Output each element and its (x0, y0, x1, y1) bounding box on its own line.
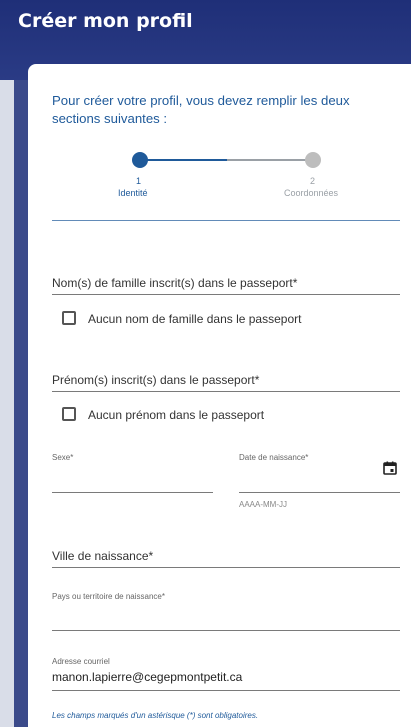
step-connector-active (139, 159, 227, 161)
stepper-divider (52, 220, 400, 221)
no-firstname-checkbox[interactable] (62, 407, 76, 421)
email-label: Adresse courriel (52, 657, 110, 666)
step-2-label: Coordonnées (284, 188, 339, 198)
email-underline (52, 690, 400, 691)
sex-select[interactable] (52, 492, 213, 493)
birthdate-label: Date de naissance* (239, 453, 309, 462)
lastname-label: Nom(s) de famille inscrit(s) dans le pas… (52, 276, 298, 290)
no-lastname-checkbox[interactable] (62, 311, 76, 325)
sex-label: Sexe* (52, 453, 74, 462)
email-input[interactable]: manon.lapierre@cegepmontpetit.ca (52, 670, 242, 684)
birthcity-input[interactable] (52, 567, 400, 568)
required-fields-note: Les champs marqués d'un astérisque (*) s… (52, 711, 259, 720)
step-1-dot[interactable] (132, 152, 148, 168)
step-1-label: Identité (118, 188, 148, 198)
birthcountry-label: Pays ou territoire de naissance* (52, 592, 165, 601)
step-2-number: 2 (310, 176, 316, 186)
no-firstname-label: Aucun prénom dans le passeport (88, 408, 265, 422)
stepper: 1 Identité 2 Coordonnées (52, 150, 400, 222)
calendar-icon[interactable] (383, 461, 397, 475)
lastname-input[interactable] (52, 294, 400, 295)
step-connector-inactive (227, 159, 313, 161)
page-title: Créer mon profil (18, 10, 193, 32)
no-lastname-label: Aucun nom de famille dans le passeport (88, 312, 302, 326)
birthcountry-select[interactable] (52, 630, 400, 631)
firstname-input[interactable] (52, 391, 400, 392)
step-2-dot[interactable] (305, 152, 321, 168)
birthcity-label: Ville de naissance* (52, 549, 154, 563)
left-edge-strip (0, 0, 14, 727)
firstname-label: Prénom(s) inscrit(s) dans le passeport* (52, 373, 260, 387)
step-1-number: 1 (136, 176, 142, 186)
birthdate-input[interactable] (239, 492, 400, 493)
intro-text: Pour créer votre profil, vous devez remp… (52, 93, 350, 126)
birthdate-hint: AAAA-MM-JJ (239, 500, 287, 509)
